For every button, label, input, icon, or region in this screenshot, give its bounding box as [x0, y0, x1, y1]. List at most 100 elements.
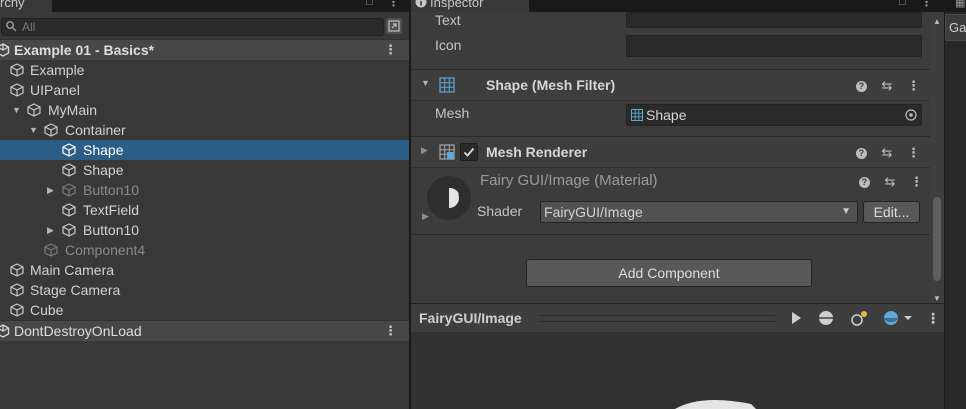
scene-menu-icon[interactable]: ⋮: [384, 321, 397, 341]
icon-property-field[interactable]: [626, 35, 922, 57]
unity-scene-icon: [0, 43, 10, 57]
hierarchy-item-uipanel[interactable]: UIPanel: [0, 80, 409, 100]
gameobject-cube-icon: [44, 123, 58, 137]
maximize-icon[interactable]: □: [366, 0, 373, 8]
hierarchy-item-label: Shape: [83, 142, 124, 158]
preview-shape-image: [675, 400, 756, 409]
presets-icon[interactable]: ⇆: [884, 174, 895, 189]
checkmark-icon: [463, 147, 475, 157]
game-tab-label: Ga: [949, 20, 966, 35]
hierarchy-tab[interactable]: rchy: [0, 0, 52, 12]
mesh-value: Shape: [646, 107, 687, 123]
mesh-renderer-icon: [439, 144, 455, 160]
mesh-renderer-enabled-checkbox[interactable]: [460, 143, 478, 161]
material-title: Fairy GUI/Image (Material): [480, 172, 658, 189]
hierarchy-item-example[interactable]: Example: [0, 60, 409, 80]
inspector-scrollbar[interactable]: ▲ ▼: [930, 12, 944, 305]
help-icon[interactable]: ?: [855, 81, 867, 93]
gameobject-cube-icon: [62, 183, 76, 197]
preview-toolbar[interactable]: FairyGUI/Image ⋮: [411, 303, 944, 333]
hierarchy-item-container[interactable]: ▼ Container: [0, 120, 409, 140]
object-picker-icon[interactable]: [905, 109, 917, 121]
hierarchy-item-shape[interactable]: Shape: [0, 160, 409, 180]
hierarchy-item-shape-selected[interactable]: Shape: [0, 140, 409, 160]
text-property-field[interactable]: [626, 12, 922, 28]
game-panel: ▦ Ga: [945, 0, 966, 409]
mesh-filter-icon: [439, 77, 455, 93]
edit-shader-label: Edit...: [873, 204, 910, 220]
gameobject-cube-icon: [10, 263, 24, 277]
gameobject-cube-icon: [62, 163, 76, 177]
mesh-property-label: Mesh: [435, 105, 470, 121]
preview-mesh-dropdown[interactable]: [883, 310, 913, 326]
hierarchy-search-field[interactable]: All: [1, 18, 384, 36]
hierarchy-item-textfield[interactable]: TextField: [0, 200, 409, 220]
collapsed-arrow-icon[interactable]: ▶: [422, 211, 429, 222]
inspector-tab-bar: Inspector □ ⋮: [411, 0, 944, 12]
hierarchy-item-mymain[interactable]: ▼ MyMain: [0, 100, 409, 120]
tab-menu-icon[interactable]: ⋮: [388, 0, 399, 9]
mesh-renderer-header[interactable]: ▶ Mesh Renderer ? ⇆ ⋮: [411, 136, 930, 168]
expanded-arrow-icon[interactable]: ▼: [421, 78, 430, 88]
hierarchy-item-button10[interactable]: ▶ Button10: [0, 220, 409, 240]
hierarchy-item-label: UIPanel: [30, 82, 80, 98]
material-preview-area[interactable]: [411, 332, 944, 409]
hierarchy-scene-row[interactable]: Example 01 - Basics* ⋮: [0, 39, 409, 60]
expanded-arrow-icon[interactable]: ▼: [29, 120, 38, 140]
collapsed-arrow-icon[interactable]: ▶: [421, 145, 428, 156]
hierarchy-item-component4-inactive[interactable]: Component4: [0, 240, 409, 260]
component-menu-icon[interactable]: ⋮: [910, 174, 923, 189]
hierarchy-item-cube[interactable]: Cube: [0, 300, 409, 320]
play-icon[interactable]: [789, 310, 803, 326]
tab-menu-icon[interactable]: ⋮: [921, 0, 932, 9]
scene-menu-icon[interactable]: ⋮: [384, 40, 397, 60]
scene-label: DontDestroyOnLoad: [14, 323, 142, 339]
add-component-label: Add Component: [618, 265, 720, 281]
search-icon: [5, 20, 18, 33]
collapsed-arrow-icon[interactable]: ▶: [47, 220, 54, 240]
search-placeholder: All: [22, 20, 36, 34]
hierarchy-item-stage-camera[interactable]: Stage Camera: [0, 280, 409, 300]
scroll-up-arrow-icon[interactable]: ▲: [933, 17, 941, 26]
mesh-filter-title: Shape (Mesh Filter): [486, 77, 616, 93]
presets-icon[interactable]: ⇆: [881, 78, 892, 93]
hierarchy-item-label: Component4: [65, 242, 146, 258]
info-icon: [415, 0, 427, 8]
shader-dropdown[interactable]: FairyGUI/Image ▼: [540, 201, 858, 223]
hierarchy-item-button10-inactive[interactable]: ▶ Button10: [0, 180, 409, 200]
icon-property-label: Icon: [435, 37, 462, 53]
hierarchy-item-label: Example: [30, 62, 85, 78]
help-icon[interactable]: ?: [855, 148, 867, 160]
inspector-panel: Inspector □ ⋮ Text Icon ▼ Shape (Mesh Fi…: [411, 0, 944, 409]
preview-resize-handle[interactable]: [539, 315, 775, 322]
game-tab[interactable]: Ga: [945, 14, 966, 41]
component-menu-icon[interactable]: ⋮: [907, 145, 920, 160]
inspector-scrollbar-thumb[interactable]: [933, 197, 941, 281]
hierarchy-scene-row-dontdestroy[interactable]: DontDestroyOnLoad ⋮: [0, 320, 409, 341]
hierarchy-item-label: Cube: [30, 302, 64, 318]
collapsed-arrow-icon[interactable]: ▶: [47, 180, 54, 200]
mesh-filter-header[interactable]: ▼ Shape (Mesh Filter) ? ⇆ ⋮: [411, 69, 930, 101]
help-icon[interactable]: ?: [858, 177, 870, 189]
gameobject-cube-icon: [10, 283, 24, 297]
component-menu-icon[interactable]: ⋮: [907, 78, 920, 93]
create-object-button[interactable]: [386, 18, 402, 34]
preview-menu-icon[interactable]: ⋮: [926, 304, 940, 332]
expanded-arrow-icon[interactable]: ▼: [12, 100, 21, 120]
mesh-object-field[interactable]: Shape: [626, 104, 922, 126]
preview-sphere-icon[interactable]: [818, 310, 834, 326]
inspector-tab[interactable]: Inspector: [411, 0, 529, 12]
presets-icon[interactable]: ⇆: [881, 145, 892, 160]
hierarchy-item-main-camera[interactable]: Main Camera: [0, 260, 409, 280]
scene-label: Example 01 - Basics*: [14, 42, 155, 58]
maximize-icon[interactable]: □: [899, 0, 906, 8]
text-property-label: Text: [435, 12, 461, 28]
lighting-icon[interactable]: [851, 309, 869, 327]
gameobject-cube-icon: [27, 103, 41, 117]
add-component-button[interactable]: Add Component: [526, 259, 812, 287]
hierarchy-item-label: Shape: [83, 162, 124, 178]
grid-icon[interactable]: ▦: [955, 0, 965, 9]
scroll-down-arrow-icon[interactable]: ▼: [933, 294, 941, 303]
edit-shader-button[interactable]: Edit...: [863, 201, 920, 223]
hierarchy-panel: rchy □ ⋮ All Example 01 - Basics* ⋮ Exam…: [0, 0, 409, 409]
